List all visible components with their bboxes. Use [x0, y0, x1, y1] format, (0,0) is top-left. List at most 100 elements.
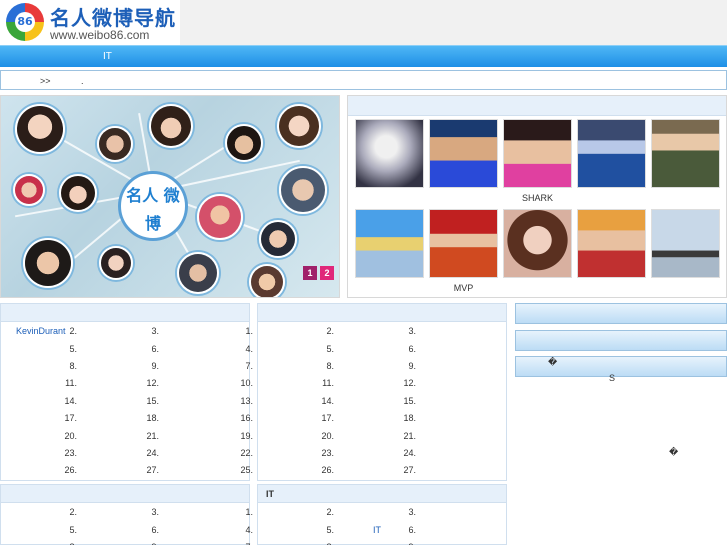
rank-number: 3.: [408, 326, 416, 336]
sidebar-bar-3[interactable]: [515, 356, 727, 377]
celebrity-avatar[interactable]: [277, 104, 321, 148]
photo-thumb[interactable]: [355, 119, 424, 188]
rank-number: 21.: [146, 431, 159, 441]
rank-number: 15.: [146, 396, 159, 406]
rank-number: 14.: [64, 396, 77, 406]
rank-number: 19.: [240, 431, 253, 441]
rank-number: 5.: [69, 344, 77, 354]
celebrity-avatar[interactable]: [23, 238, 73, 288]
rank-number: 6.: [408, 344, 416, 354]
celebrity-banner[interactable]: 名人 微博 1 2: [0, 95, 340, 298]
center-logo-icon: 名人 微博: [121, 174, 185, 238]
rank-number: 26.: [64, 465, 77, 475]
celebrity-avatar[interactable]: [279, 166, 327, 214]
photo-thumb[interactable]: [651, 209, 720, 278]
rank-number: 6.: [408, 525, 416, 535]
rank-number: 20.: [64, 431, 77, 441]
rank-number: 3.: [151, 326, 159, 336]
rank-number: 16.: [240, 413, 253, 423]
rank-number: 8.: [69, 361, 77, 371]
panel-header: [1, 304, 249, 322]
rank-number: 1.: [245, 326, 253, 336]
celebrity-avatar[interactable]: [15, 104, 65, 154]
photo-grid-header: [348, 96, 726, 116]
rank-number: 23.: [64, 448, 77, 458]
rank-number: 25.: [240, 465, 253, 475]
rank-number: 5.: [69, 525, 77, 535]
photo-thumb[interactable]: [577, 119, 646, 188]
rank-number: 26.: [321, 465, 334, 475]
rank-number: 18.: [146, 413, 159, 423]
breadcrumb-dot: .: [81, 76, 84, 86]
ranking-panel-2: 2. 3. 5. 6. 8. 9. 11. 12. 14. 15. 17. 18…: [257, 303, 507, 481]
rank-number: 20.: [321, 431, 334, 441]
photo-thumb[interactable]: [651, 119, 720, 188]
rank-number: 11.: [322, 378, 334, 388]
celebrity-avatar[interactable]: [149, 104, 193, 148]
rank-number: 1.: [245, 507, 253, 517]
rank-number: 17.: [321, 413, 334, 423]
photo-thumb[interactable]: [429, 119, 498, 188]
celebrity-avatar[interactable]: [225, 124, 263, 162]
rank-number: 10.: [240, 378, 253, 388]
rank-number: 14.: [321, 396, 334, 406]
rank-number: 13.: [240, 396, 253, 406]
slide-2-button[interactable]: 2: [320, 266, 334, 280]
rank-number: 11.: [65, 378, 77, 388]
sidebar-glyph: �: [548, 357, 558, 367]
sidebar-bar-1[interactable]: [515, 303, 727, 324]
breadcrumb: >> .: [0, 70, 727, 90]
rank-number: 27.: [146, 465, 159, 475]
rank-number: 24.: [403, 448, 416, 458]
rank-number: 8.: [326, 361, 334, 371]
photo-thumb[interactable]: [503, 209, 572, 278]
celebrity-avatar[interactable]: [59, 174, 97, 212]
breadcrumb-arrow: >>: [40, 76, 51, 86]
rank-number: 23.: [321, 448, 334, 458]
rank-number: 2.: [69, 326, 77, 336]
rank-number: 2.: [69, 507, 77, 517]
sidebar-s-label: S: [609, 373, 616, 383]
celebrity-avatar[interactable]: [197, 194, 243, 240]
celebrity-avatar[interactable]: [177, 252, 219, 294]
panel-header: [1, 485, 249, 503]
rank-link-it[interactable]: IT: [373, 525, 381, 535]
sidebar-bar-2[interactable]: [515, 330, 727, 351]
rank-number: 4.: [245, 344, 253, 354]
celebrity-avatar[interactable]: [13, 174, 45, 206]
photo-grid: SHARK MVP: [347, 95, 727, 298]
ranking-panel-3: 2. 3. 1. 5. 6. 4. 8. 9. 7.: [0, 484, 253, 545]
photo-thumb[interactable]: [355, 209, 424, 278]
rank-number: 27.: [403, 465, 416, 475]
logo-title: 名人微博导航: [50, 6, 176, 30]
rank-number: 3.: [408, 507, 416, 517]
rank-number: 9.: [408, 361, 416, 371]
celebrity-avatar[interactable]: [99, 246, 133, 280]
celebrity-avatar[interactable]: [249, 264, 285, 297]
photo-thumb[interactable]: [503, 119, 572, 188]
photo-thumb[interactable]: [429, 209, 498, 278]
photo-caption: MVP: [453, 283, 474, 293]
rank-number: 6.: [151, 344, 159, 354]
nav-item-it[interactable]: IT: [103, 51, 112, 62]
panel-header: [258, 304, 506, 322]
ranking-panel-4: IT 2. 3. 5. IT 6. 8. 9.: [257, 484, 507, 545]
main-navbar: IT: [0, 45, 727, 67]
celebrity-avatar[interactable]: [97, 126, 133, 162]
rank-link-kevindurant[interactable]: KevinDurant: [16, 326, 66, 336]
rank-number: 17.: [64, 413, 77, 423]
logo-url: www.weibo86.com: [50, 28, 150, 42]
rank-number: 21.: [403, 431, 416, 441]
rank-number: 15.: [403, 396, 416, 406]
slide-1-button[interactable]: 1: [303, 266, 317, 280]
rank-number: 9.: [151, 361, 159, 371]
rank-number: 18.: [403, 413, 416, 423]
sidebar-bottom-glyph: �: [669, 447, 679, 457]
rank-number: 6.: [151, 525, 159, 535]
rank-number: 5.: [326, 344, 334, 354]
photo-thumb[interactable]: [577, 209, 646, 278]
rank-number: 7.: [245, 361, 253, 371]
celebrity-avatar[interactable]: [259, 220, 297, 258]
rank-number: 22.: [240, 448, 253, 458]
site-logo[interactable]: 86 名人微博导航 www.weibo86.com: [0, 0, 180, 45]
